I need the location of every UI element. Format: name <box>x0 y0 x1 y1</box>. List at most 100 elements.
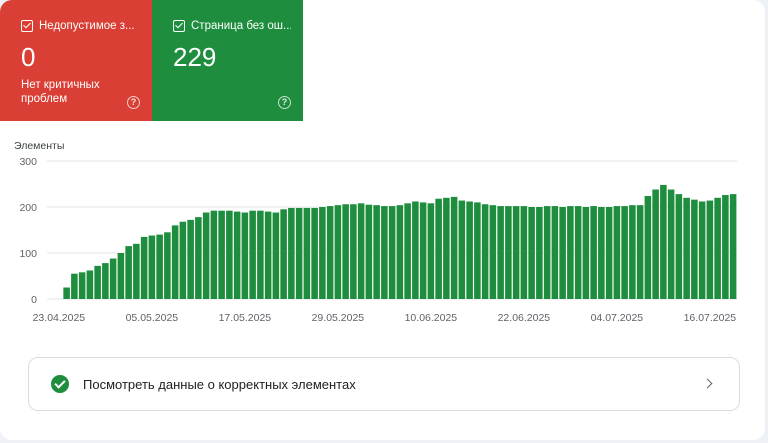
chart-bar[interactable] <box>613 206 621 299</box>
chart-bar[interactable] <box>644 195 652 299</box>
chart-bar[interactable] <box>373 205 380 299</box>
chart-bar[interactable] <box>497 206 504 299</box>
report-card: Недопустимое з... 0 Нет критичных пробле… <box>0 0 765 440</box>
chart-bar[interactable] <box>187 219 194 299</box>
chart-bar[interactable] <box>528 207 535 299</box>
chart-bar[interactable] <box>458 200 466 299</box>
chart-bar[interactable] <box>598 207 605 299</box>
view-valid-items-button[interactable]: Посмотреть данные о корректных элементах <box>28 357 740 411</box>
chart-bar[interactable] <box>295 207 303 299</box>
chart-bar[interactable] <box>443 197 450 299</box>
chart-bar[interactable] <box>435 198 442 299</box>
chart-bar[interactable] <box>722 195 729 299</box>
chart-bar[interactable] <box>195 217 202 299</box>
chart-bar[interactable] <box>381 206 388 299</box>
chart-bar[interactable] <box>450 196 458 299</box>
chart-bar[interactable] <box>520 206 528 299</box>
chart-bar[interactable] <box>226 210 233 299</box>
chart-bar[interactable] <box>342 204 349 299</box>
chart-bar[interactable] <box>156 234 163 299</box>
chart-bar[interactable] <box>706 200 714 299</box>
chart-bar[interactable] <box>729 194 737 299</box>
chart-bar[interactable] <box>334 205 342 299</box>
chart-bar[interactable] <box>605 207 613 299</box>
chart-bar[interactable] <box>210 210 218 299</box>
chart-bar[interactable] <box>148 235 156 299</box>
tile-invalid[interactable]: Недопустимое з... 0 Нет критичных пробле… <box>0 0 152 121</box>
chart-bar[interactable] <box>140 236 148 299</box>
chart-bar[interactable] <box>125 246 132 299</box>
chart-bar[interactable] <box>621 206 628 299</box>
x-tick-label: 23.04.2025 <box>33 312 86 324</box>
view-valid-items-label: Посмотреть данные о корректных элементах <box>83 376 356 392</box>
chart-bar[interactable] <box>94 265 101 299</box>
chart-bar[interactable] <box>629 205 636 299</box>
chart-bar[interactable] <box>63 287 70 300</box>
chart-bar[interactable] <box>536 207 543 299</box>
chart-bar[interactable] <box>357 203 365 299</box>
chart-bar[interactable] <box>481 204 489 299</box>
chart-bar[interactable] <box>319 207 326 299</box>
chart-bar[interactable] <box>412 201 419 299</box>
chart-bar[interactable] <box>652 189 659 299</box>
chart-bar[interactable] <box>78 272 86 299</box>
chart-bar[interactable] <box>396 205 404 299</box>
chart-bar[interactable] <box>109 258 117 299</box>
chart-bar[interactable] <box>311 207 318 299</box>
checkbox-valid-icon[interactable] <box>173 20 185 32</box>
chart-bar[interactable] <box>559 207 566 299</box>
chart-bar[interactable] <box>404 203 411 299</box>
chart-bar[interactable] <box>365 204 373 299</box>
chart-bar[interactable] <box>326 206 334 299</box>
chart-bar[interactable] <box>512 206 520 299</box>
chart-bar[interactable] <box>675 194 683 299</box>
chart-bar[interactable] <box>272 212 280 299</box>
chart-bar[interactable] <box>241 212 249 299</box>
chart-bar[interactable] <box>303 207 311 299</box>
chart-bar[interactable] <box>636 205 644 299</box>
chart-bar[interactable] <box>233 211 241 299</box>
chart-bar[interactable] <box>582 207 590 299</box>
help-icon[interactable]: ? <box>278 96 291 109</box>
chart-bar[interactable] <box>280 209 287 299</box>
chart-bar[interactable] <box>288 207 295 299</box>
chart-bar[interactable] <box>249 210 256 299</box>
chart-bar[interactable] <box>171 225 179 299</box>
chart-bar[interactable] <box>574 206 582 299</box>
tile-valid-label: Страница без ош... <box>191 20 291 32</box>
chart-bar[interactable] <box>474 202 481 299</box>
chart-bar[interactable] <box>667 189 675 299</box>
chart-bar[interactable] <box>164 232 171 299</box>
chart-bar[interactable] <box>71 273 78 299</box>
chart-bar[interactable] <box>264 211 272 299</box>
chart-bar[interactable] <box>218 210 225 299</box>
tile-valid-value: 229 <box>173 42 217 72</box>
chart-bar[interactable] <box>590 206 597 299</box>
chart-bar[interactable] <box>691 199 698 299</box>
chart-bar[interactable] <box>419 202 427 299</box>
checkbox-invalid-icon[interactable] <box>21 20 33 32</box>
help-icon[interactable]: ? <box>127 96 140 109</box>
chart-bar[interactable] <box>714 197 721 299</box>
chart-bar[interactable] <box>551 206 559 299</box>
chart-bar[interactable] <box>179 221 187 299</box>
chart-bar[interactable] <box>257 210 264 299</box>
chart-bar[interactable] <box>133 243 140 299</box>
chart-bar[interactable] <box>466 201 473 299</box>
chart-bar[interactable] <box>683 197 690 299</box>
chart-bar[interactable] <box>388 206 396 299</box>
chart-bar[interactable] <box>86 270 94 299</box>
chart-bar[interactable] <box>489 205 497 299</box>
chart-bar[interactable] <box>698 201 706 299</box>
chart-bar[interactable] <box>543 206 551 299</box>
chart-bar[interactable] <box>102 263 109 299</box>
y-tick-label: 0 <box>31 294 37 306</box>
chart-bar[interactable] <box>350 204 357 299</box>
chart-bar[interactable] <box>505 206 512 299</box>
chart-bar[interactable] <box>117 253 125 299</box>
chart-bar[interactable] <box>202 212 210 299</box>
chart-bar[interactable] <box>427 203 435 299</box>
tile-valid[interactable]: Страница без ош... 229 ? <box>152 0 303 121</box>
chart-bar[interactable] <box>567 206 574 299</box>
chart-bar[interactable] <box>660 184 667 299</box>
